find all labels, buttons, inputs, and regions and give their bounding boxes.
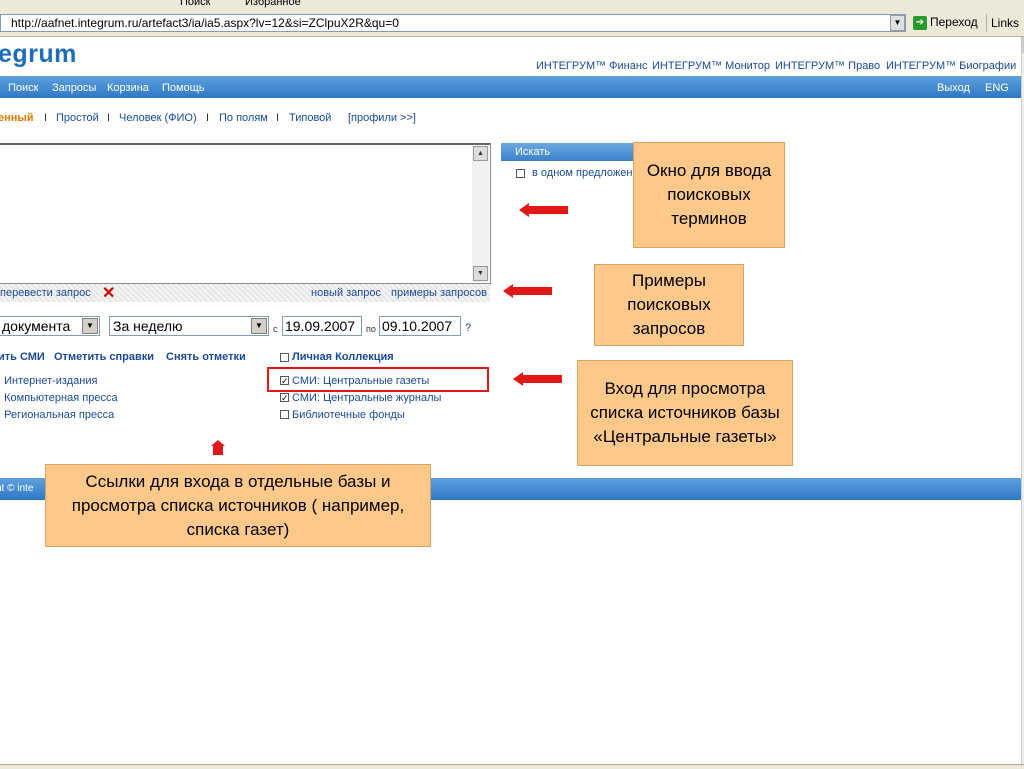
query-examples-link[interactable]: примеры запросов — [391, 287, 487, 299]
db-regional-press-link[interactable]: : Региональная пресса — [0, 409, 114, 421]
tab-person[interactable]: Человек (ФИО) — [119, 112, 197, 124]
tab-separator: I — [276, 112, 280, 124]
nav-basket[interactable]: Корзина — [107, 82, 149, 94]
url-text: http://aafnet.integrum.ru/artefact3/ia/i… — [11, 16, 399, 30]
db-computer-press-link[interactable]: : Компьютерная пресса — [0, 392, 118, 404]
tab-separator: I — [44, 112, 48, 124]
in-sentence-label: в одном предложен — [532, 167, 633, 179]
top-link-biographies[interactable]: ИНТЕГРУМ™ Биографии — [886, 60, 1016, 72]
toolbar-search-button[interactable]: Поиск — [180, 0, 210, 8]
clear-selection-link[interactable]: Снять отметки — [166, 351, 246, 363]
period-value: За неделю — [113, 318, 183, 334]
top-link-law[interactable]: ИНТЕГРУМ™ Право — [775, 60, 880, 72]
integrum-logo[interactable]: egrum — [0, 40, 77, 69]
tab-profiles[interactable]: [профили >>] — [348, 112, 416, 124]
arrow-up-icon — [211, 440, 225, 456]
new-query-link[interactable]: новый запрос — [311, 287, 381, 299]
url-dropdown-icon[interactable]: ▼ — [890, 15, 905, 31]
go-button[interactable]: ➔ Переход — [913, 15, 983, 32]
nav-queries[interactable]: Запросы — [52, 82, 96, 94]
scroll-down-icon[interactable]: ▼ — [473, 266, 488, 281]
period-select[interactable]: За неделю ▼ — [109, 316, 269, 336]
status-bar — [0, 764, 1024, 769]
callout-input-window: Окно для ввода поисковых терминов — [633, 142, 785, 248]
textarea-scrollbar[interactable]: ▲ ▼ — [472, 146, 489, 282]
clear-query-icon[interactable]: ✕ — [102, 283, 115, 303]
tab-separator: I — [206, 112, 210, 124]
query-textarea[interactable] — [0, 143, 491, 284]
search-button[interactable]: Искать — [501, 143, 633, 161]
tab-extended[interactable]: енный — [0, 112, 34, 124]
central-magazines-checkbox[interactable]: ✓ — [280, 393, 289, 403]
callout-central-newspapers: Вход для просмотра списка источников баз… — [577, 360, 793, 466]
nav-eng[interactable]: ENG — [985, 82, 1009, 94]
nav-logout[interactable]: Выход — [937, 82, 970, 94]
browser-toolbar: Поиск Избранное — [0, 0, 1024, 12]
url-input[interactable]: http://aafnet.integrum.ru/artefact3/ia/i… — [0, 14, 906, 32]
help-link[interactable]: ? — [465, 322, 471, 334]
in-sentence-checkbox[interactable] — [516, 169, 525, 178]
footer-copyright: nt © inte — [0, 483, 34, 494]
translate-query-link[interactable]: перевести запрос — [0, 287, 91, 299]
nav-search[interactable]: Поиск — [8, 82, 38, 94]
top-link-monitor[interactable]: ИНТЕГРУМ™ Монитор — [652, 60, 770, 72]
search-button-label: Искать — [515, 146, 551, 158]
date-from-input[interactable]: 19.09.2007 — [282, 316, 362, 336]
document-type-value: документа — [2, 318, 71, 334]
links-button[interactable]: Links — [986, 14, 1024, 32]
db-library-funds-link[interactable]: Библиотечные фонды — [292, 409, 405, 421]
chevron-down-icon: ▼ — [82, 318, 98, 334]
callout-db-links: Ссылки для входа в отдельные базы и прос… — [45, 464, 431, 547]
db-central-magazines-link[interactable]: СМИ: Центральные журналы — [292, 392, 441, 404]
select-media-link[interactable]: ить СМИ — [0, 351, 45, 363]
go-label: Переход — [930, 15, 978, 29]
document-type-select[interactable]: документа ▼ — [0, 316, 100, 336]
go-arrow-icon: ➔ — [913, 15, 927, 30]
highlight-box-central-newspapers — [267, 367, 489, 392]
date-to-input[interactable]: 09.10.2007 — [379, 316, 461, 336]
date-to-label: по — [366, 324, 376, 334]
db-internet-media-link[interactable]: : Интернет-издания — [0, 375, 97, 387]
tab-typical[interactable]: Типовой — [289, 112, 331, 124]
tab-separator: I — [107, 112, 111, 124]
library-funds-checkbox[interactable] — [280, 410, 289, 419]
callout-query-examples: Примеры поисковых запросов — [594, 264, 744, 346]
chevron-down-icon: ▼ — [251, 318, 267, 334]
nav-help[interactable]: Помощь — [162, 82, 205, 94]
date-from-label: с — [273, 324, 278, 334]
personal-collection-checkbox[interactable] — [280, 353, 289, 362]
scroll-up-icon[interactable]: ▲ — [473, 146, 488, 161]
tab-fields[interactable]: По полям — [219, 112, 268, 124]
top-link-finance[interactable]: ИНТЕГРУМ™ Финанс — [536, 60, 647, 72]
main-nav-bar: Поиск Запросы Корзина Помощь Выход ENG — [0, 76, 1021, 98]
personal-collection-link[interactable]: Личная Коллекция — [292, 351, 394, 363]
tab-simple[interactable]: Простой — [56, 112, 99, 124]
select-references-link[interactable]: Отметить справки — [54, 351, 154, 363]
address-bar: http://aafnet.integrum.ru/artefact3/ia/i… — [0, 12, 1024, 37]
toolbar-favorites-button[interactable]: Избранное — [245, 0, 301, 8]
